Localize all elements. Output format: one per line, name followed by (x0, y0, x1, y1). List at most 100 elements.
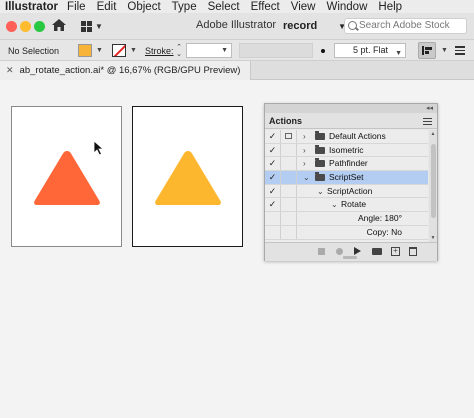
menu-help[interactable]: Help (378, 1, 402, 13)
toggle-dialog-cell[interactable] (281, 184, 297, 198)
menu-edit[interactable]: Edit (97, 1, 117, 13)
folder-icon (315, 144, 325, 154)
collapse-panel-icon[interactable]: ◂◂ (426, 104, 433, 113)
zoom-window-button[interactable] (34, 21, 45, 32)
chevron-down-icon: ▼ (221, 47, 228, 54)
action-row[interactable]: ✓ ⌄ Rotate (265, 198, 428, 213)
tab-actions[interactable]: Actions (269, 116, 302, 126)
app-menu[interactable]: Illustrator (5, 1, 58, 13)
brush-definition-dropdown[interactable]: 5 pt. Flat ▼ (334, 43, 406, 58)
chevron-down-icon: ▼ (395, 50, 402, 57)
toggle-item-checkbox[interactable]: ✓ (265, 143, 281, 157)
scrollbar-thumb[interactable] (431, 144, 436, 218)
action-row-label: Angle: 180° (357, 213, 402, 224)
panel-menu-icon[interactable] (423, 118, 432, 127)
action-row-label: Pathfinder (329, 158, 368, 169)
toggle-dialog-cell[interactable] (281, 198, 297, 212)
chevron-down-icon[interactable]: ⌄ (303, 171, 310, 184)
menu-effect[interactable]: Effect (251, 1, 280, 13)
stock-search-placeholder: Search Adobe Stock (359, 20, 450, 31)
menu-file[interactable]: File (67, 1, 86, 13)
brush-dot-icon (321, 49, 325, 53)
action-row[interactable]: ✓ ⌄ ScriptSet (265, 171, 428, 185)
folder-icon (315, 158, 325, 168)
action-row[interactable]: ✓ › Pathfinder (265, 157, 428, 172)
chevron-right-icon[interactable]: › (303, 157, 306, 170)
toggle-dialog-cell[interactable] (281, 130, 297, 143)
actions-list: ✓ › Default Actions ✓ › Isometric ✓ › Pathfinder… (265, 130, 428, 242)
workspace-dropdown[interactable]: record ▼ (279, 18, 349, 35)
action-row-label: Default Actions (329, 131, 386, 141)
actions-scrollbar[interactable]: ▲ ▼ (429, 130, 437, 242)
scroll-up-icon[interactable]: ▲ (429, 131, 437, 137)
toggle-item-checkbox[interactable]: ✓ (265, 198, 281, 212)
toggle-item-checkbox[interactable] (265, 212, 281, 225)
panel-title-bar[interactable]: ◂◂ (265, 104, 437, 113)
stroke-weight-stepper[interactable]: ⌃ ⌄ (174, 44, 184, 58)
toggle-item-checkbox[interactable] (265, 225, 281, 239)
fill-color-swatch[interactable] (78, 44, 92, 57)
action-row[interactable]: ✓ › Default Actions (265, 130, 428, 144)
chevron-down-icon[interactable]: ▼ (96, 47, 103, 54)
toggle-dialog-cell[interactable] (281, 157, 297, 171)
chevron-down-icon[interactable]: ▼ (441, 47, 448, 54)
minimize-window-button[interactable] (20, 21, 31, 32)
workspace-name: record (283, 20, 318, 32)
trash-icon[interactable] (409, 247, 417, 256)
scroll-down-icon[interactable]: ▼ (429, 235, 437, 241)
chevron-down-icon[interactable]: ⌄ (331, 198, 338, 211)
menu-view[interactable]: View (291, 1, 316, 13)
action-row[interactable]: Copy: No (265, 225, 428, 240)
chevron-right-icon[interactable]: › (303, 144, 306, 157)
toggle-dialog-cell[interactable] (281, 225, 297, 239)
new-action-icon[interactable]: + (391, 247, 400, 256)
stroke-color-swatch[interactable] (112, 44, 126, 57)
action-row-label: Isometric (329, 144, 364, 155)
action-row-label: Copy: No (366, 226, 402, 237)
menu-object[interactable]: Object (127, 1, 160, 13)
toggle-dialog-cell[interactable] (281, 212, 297, 225)
action-row[interactable]: Angle: 180° (265, 212, 428, 226)
toggle-item-checkbox[interactable]: ✓ (265, 157, 281, 171)
action-row[interactable]: ✓ ⌄ ScriptAction (265, 184, 428, 199)
close-window-button[interactable] (6, 21, 17, 32)
mouse-cursor-icon (93, 140, 105, 156)
toggle-dialog-cell[interactable] (281, 143, 297, 157)
chevron-right-icon[interactable]: › (303, 130, 306, 143)
align-button[interactable] (418, 42, 436, 59)
toggle-item-checkbox[interactable]: ✓ (265, 130, 281, 143)
close-icon[interactable]: ✕ (6, 61, 14, 80)
actions-panel: ◂◂ Actions ✓ › Default Actions ✓ › Isometric ✓… (264, 103, 438, 261)
menu-bar: Illustrator File Edit Object Type Select… (0, 0, 474, 13)
menu-window[interactable]: Window (326, 1, 367, 13)
chevron-down-icon: ▼ (95, 21, 103, 31)
search-icon (348, 21, 357, 30)
document-tab[interactable]: ✕ ab_rotate_action.ai* @ 16,67% (RGB/GPU… (0, 61, 252, 80)
menu-select[interactable]: Select (208, 1, 240, 13)
chevron-down-icon[interactable]: ⌄ (317, 185, 324, 198)
artboard-2[interactable] (132, 106, 243, 247)
home-icon[interactable] (51, 17, 67, 33)
control-bar-menu-icon[interactable] (455, 46, 465, 55)
stop-icon[interactable] (318, 248, 325, 255)
menu-type[interactable]: Type (172, 1, 197, 13)
action-row-label: ScriptAction (327, 185, 373, 196)
chevron-down-icon[interactable]: ▼ (130, 47, 137, 54)
triangle-shape[interactable] (153, 149, 223, 207)
toggle-dialog-cell[interactable] (281, 171, 297, 184)
workspace-switcher-button[interactable]: ▼ (81, 18, 105, 34)
triangle-shape[interactable] (32, 149, 102, 207)
artboard-1[interactable] (11, 106, 122, 247)
stock-search-input[interactable]: Search Adobe Stock (344, 18, 467, 34)
new-set-folder-icon[interactable] (372, 248, 382, 255)
toggle-item-checkbox[interactable]: ✓ (265, 171, 281, 184)
stroke-weight-field[interactable]: ▼ (186, 43, 232, 58)
resize-grip-icon[interactable] (343, 256, 357, 259)
toggle-item-checkbox[interactable]: ✓ (265, 184, 281, 198)
action-row[interactable]: ✓ › Isometric (265, 143, 428, 158)
app-bar: ▼ Adobe Illustrator record ▼ Search Adob… (0, 13, 474, 40)
stroke-label[interactable]: Stroke: (145, 46, 174, 56)
app-title: Adobe Illustrator (196, 19, 277, 31)
record-icon[interactable] (336, 248, 343, 255)
play-icon[interactable] (354, 247, 361, 255)
